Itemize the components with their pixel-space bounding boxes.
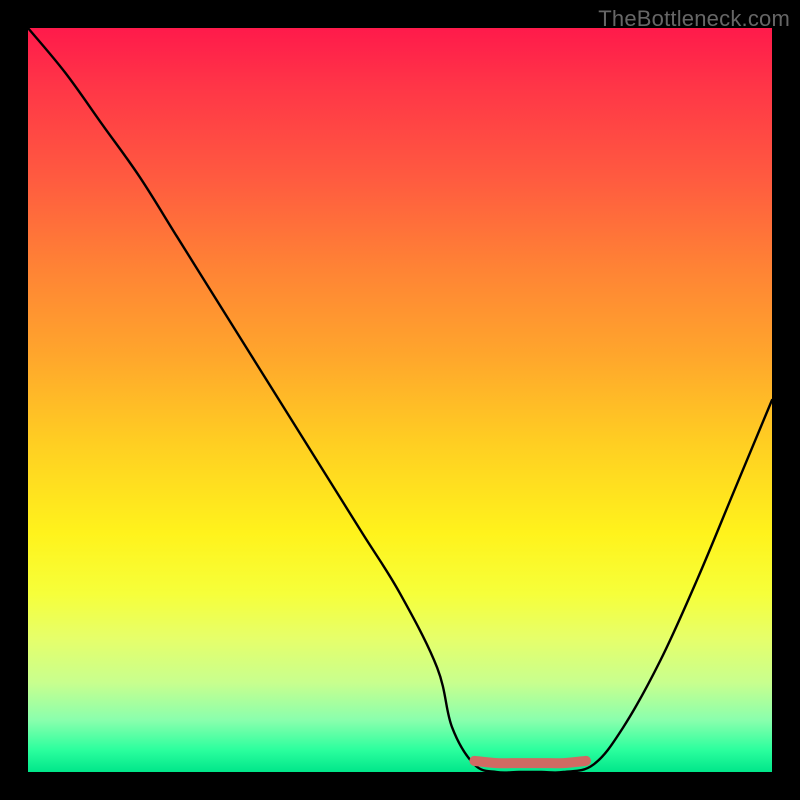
chart-svg [28,28,772,772]
optimal-range-marker-line [474,761,586,763]
bottleneck-curve-line [28,28,772,773]
chart-plot-area [28,28,772,772]
chart-frame: TheBottleneck.com [0,0,800,800]
